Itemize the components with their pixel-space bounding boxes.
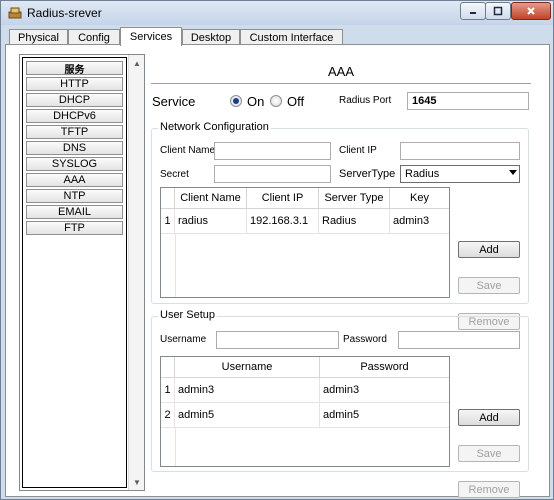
service-list-frame: 服务 HTTP DHCP DHCPv6 TFTP DNS SYSLOG AAA … [22,57,127,488]
table-cell-client-name[interactable]: radius [175,209,247,234]
table-cell-username[interactable]: admin5 [175,403,320,428]
window-title: Radius-srever [27,6,102,20]
scroll-down-arrow-icon[interactable]: ▼ [129,474,145,490]
password-input[interactable] [398,331,520,349]
sidebar-item-dns[interactable]: DNS [26,141,123,155]
client-ip-label: Client IP [339,145,377,156]
tab-custom-interface[interactable]: Custom Interface [240,29,343,45]
table-cell-server-type[interactable]: Radius [319,209,390,234]
table-header-index [161,357,175,378]
servertype-select[interactable]: Radius [400,165,520,183]
remove-user-button[interactable]: Remove [458,481,520,498]
sidebar-item-http[interactable]: HTTP [26,77,123,91]
close-button[interactable] [511,2,551,20]
scroll-up-arrow-icon[interactable]: ▲ [129,55,145,71]
secret-label: Secret [160,169,189,180]
service-off-label: Off [287,94,305,109]
save-client-button[interactable]: Save [458,277,520,294]
service-list: 服务 HTTP DHCP DHCPv6 TFTP DNS SYSLOG AAA … [19,54,145,491]
radius-port-value: 1645 [412,95,437,107]
sidebar-item-ntp[interactable]: NTP [26,189,123,203]
clients-table: Client Name Client IP Server Type Key 1 … [160,187,450,298]
app-window: Radius-srever Physical Config Services D… [0,0,554,500]
table-column-divider [175,234,176,297]
user-setup-group: User Setup Username Password Username Pa… [151,309,529,498]
tab-desktop[interactable]: Desktop [182,29,240,45]
table-column-divider [175,428,176,466]
radius-port-label: Radius Port [339,95,392,106]
client-ip-input[interactable] [400,142,520,160]
add-client-button[interactable]: Add [458,241,520,258]
sidebar-item-syslog[interactable]: SYSLOG [26,157,123,171]
close-icon [527,7,535,15]
sidebar-item-dhcp[interactable]: DHCP [26,93,123,107]
username-label: Username [160,334,207,345]
sidebar-item-dhcpv6[interactable]: DHCPv6 [26,109,123,123]
table-row-number[interactable]: 1 [161,378,175,403]
app-icon [8,7,22,19]
table-header-server-type: Server Type [319,188,390,209]
chevron-down-icon [509,170,517,175]
sidebar-item-services-header[interactable]: 服务 [26,61,123,76]
table-header-username: Username [175,357,320,378]
network-configuration-group: Network Configuration Client Name Client… [151,121,529,330]
service-list-scrollbar[interactable]: ▲ ▼ [128,55,144,490]
secret-input[interactable] [214,165,331,183]
add-user-button[interactable]: Add [458,409,520,426]
tab-bar: Physical Config Services Desktop Custom … [5,27,549,46]
password-label: Password [343,334,387,345]
servertype-label: ServerType [339,168,396,180]
client-name-label: Client Name [160,145,216,156]
radius-port-input[interactable]: 1645 [407,92,529,110]
table-cell-key[interactable]: admin3 [390,209,449,234]
servertype-value: Radius [405,168,440,180]
tab-physical[interactable]: Physical [9,29,68,45]
table-cell-client-ip[interactable]: 192.168.3.1 [247,209,319,234]
client-name-input[interactable] [214,142,331,160]
services-panel: 服务 HTTP DHCP DHCPv6 TFTP DNS SYSLOG AAA … [5,44,550,498]
minimize-icon [470,12,476,14]
tab-services[interactable]: Services [120,27,182,46]
table-cell-password[interactable]: admin3 [320,378,449,403]
sidebar-item-ftp[interactable]: FTP [26,221,123,235]
table-header-client-ip: Client IP [247,188,319,209]
title-bar[interactable]: Radius-srever [1,1,553,25]
table-cell-username[interactable]: admin3 [175,378,320,403]
users-table: Username Password 1 admin3 admin3 2 admi… [160,356,450,467]
service-off-radio[interactable] [270,95,282,107]
sidebar-item-aaa[interactable]: AAA [26,173,123,187]
sidebar-item-email[interactable]: EMAIL [26,205,123,219]
table-cell-password[interactable]: admin5 [320,403,449,428]
network-configuration-legend: Network Configuration [158,121,271,133]
service-label: Service [152,94,196,109]
service-on-label: On [247,94,265,109]
maximize-icon [493,6,503,16]
table-header-password: Password [320,357,449,378]
table-header-index [161,188,175,209]
table-header-client-name: Client Name [175,188,247,209]
table-row-number[interactable]: 1 [161,209,175,234]
sidebar-item-tftp[interactable]: TFTP [26,125,123,139]
table-header-key: Key [390,188,449,209]
username-input[interactable] [216,331,339,349]
minimize-button[interactable] [460,2,486,20]
service-on-radio[interactable] [230,95,242,107]
save-user-button[interactable]: Save [458,445,520,462]
maximize-button[interactable] [485,2,511,20]
page-title: AAA [151,64,531,84]
tab-config[interactable]: Config [68,29,120,45]
user-setup-legend: User Setup [158,309,218,321]
table-row-number[interactable]: 2 [161,403,175,428]
